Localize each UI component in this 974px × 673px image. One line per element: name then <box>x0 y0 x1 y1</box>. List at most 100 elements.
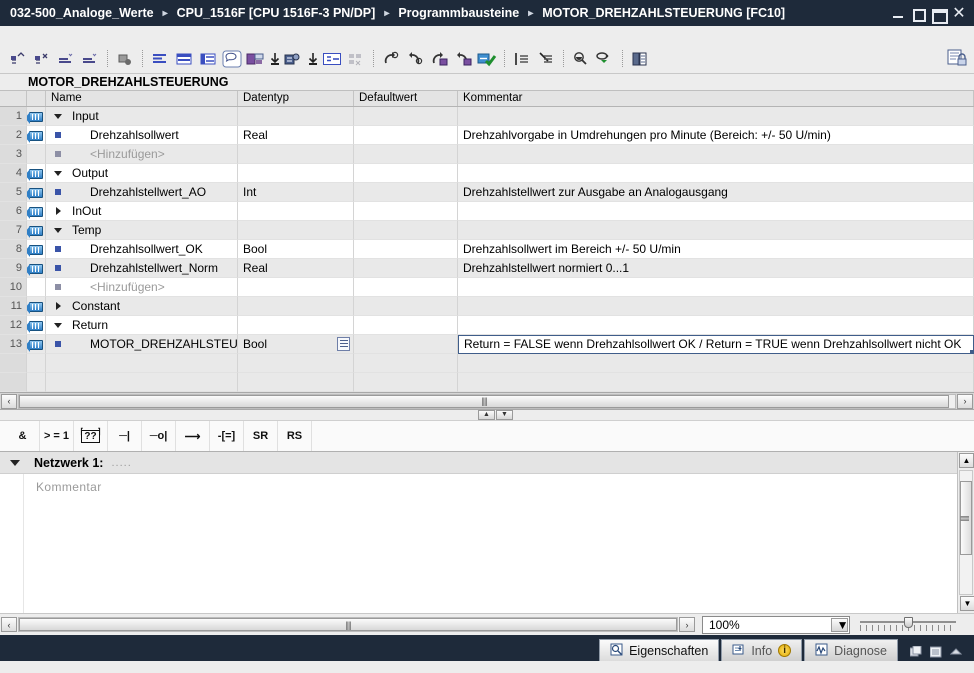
favorite-and-box[interactable]: & <box>6 421 40 451</box>
hscroll-thumb[interactable]: |||| <box>19 394 949 408</box>
cell-datatype[interactable] <box>238 145 354 164</box>
close-icon[interactable]: ✕ <box>952 5 966 21</box>
restore-icon[interactable] <box>912 7 926 22</box>
cell-datatype[interactable] <box>238 221 354 240</box>
cell-comment[interactable]: Drehzahlvorgabe in Umdrehungen pro Minut… <box>458 126 974 145</box>
monitor-off-icon[interactable] <box>404 48 426 70</box>
cell-defaultvalue[interactable] <box>354 297 458 316</box>
cell-defaultvalue[interactable] <box>354 145 458 164</box>
cell-datatype[interactable] <box>238 164 354 183</box>
table-row[interactable]: 4 Output <box>0 164 974 183</box>
cell-defaultvalue[interactable] <box>354 164 458 183</box>
cell-comment[interactable]: Drehzahlsollwert im Bereich +/- 50 U/min <box>458 240 974 259</box>
column-header-name[interactable]: Name <box>46 91 238 106</box>
cell-name[interactable]: <Hinzufügen> <box>46 278 238 297</box>
cell-comment[interactable] <box>458 164 974 183</box>
network-hscroll-thumb[interactable]: |||| <box>19 618 677 631</box>
cell-name[interactable]: Drehzahlsollwert <box>46 126 238 145</box>
zoom-combobox[interactable]: 100% ▼ <box>702 615 850 634</box>
cell-name[interactable]: Drehzahlsollwert_OK <box>46 240 238 259</box>
scroll-up-button[interactable]: ▲ <box>959 453 974 468</box>
scroll-right-button[interactable]: › <box>957 393 973 409</box>
scroll-left-button[interactable]: ‹ <box>1 393 17 409</box>
cell-datatype[interactable]: Bool <box>238 335 354 354</box>
cell-defaultvalue[interactable] <box>354 126 458 145</box>
cell-comment[interactable] <box>458 145 974 164</box>
call-structure-icon[interactable] <box>594 48 616 70</box>
breadcrumb-project[interactable]: 032-500_Analoge_Werte <box>8 6 156 20</box>
upload-from-device-icon[interactable] <box>283 48 305 70</box>
table-row[interactable]: 2 Drehzahlsollwert Real Drehzahlvorgabe in … <box>0 126 974 145</box>
network-vscrollbar[interactable]: ▲ |||| ▼ <box>957 452 974 613</box>
cell-defaultvalue[interactable] <box>354 278 458 297</box>
show-operand-info-icon[interactable] <box>197 48 219 70</box>
upload-arrow-icon[interactable] <box>307 48 319 70</box>
cell-defaultvalue[interactable] <box>354 107 458 126</box>
cell-defaultvalue[interactable] <box>354 316 458 335</box>
favorite-normally-closed-contact[interactable]: ─o| <box>142 421 176 451</box>
table-row[interactable]: 3 <Hinzufügen> <box>0 145 974 164</box>
insert-network-title-icon[interactable] <box>245 48 267 70</box>
go-online-icon[interactable] <box>476 48 498 70</box>
network-scroll-left-button[interactable]: ‹ <box>1 617 17 632</box>
cell-comment[interactable] <box>458 221 974 240</box>
disable-layout-icon[interactable] <box>345 48 367 70</box>
table-row[interactable]: 1 Input <box>0 107 974 126</box>
insert-branch-icon[interactable] <box>55 48 77 70</box>
cell-datatype[interactable] <box>238 316 354 335</box>
tab-eigenschaften[interactable]: Eigenschaften <box>599 639 720 661</box>
network-comment-input[interactable]: Kommentar <box>36 480 974 494</box>
column-header-defaultvalue[interactable]: Defaultwert <box>354 91 458 106</box>
datatype-picker-icon[interactable] <box>337 337 350 351</box>
cell-datatype[interactable] <box>238 297 354 316</box>
collapse-all-icon[interactable] <box>535 48 557 70</box>
chevron-down-icon[interactable] <box>54 323 62 328</box>
download-arrow-icon[interactable] <box>269 48 281 70</box>
cut-network-icon[interactable] <box>31 48 53 70</box>
favorite-assignment-box[interactable]: -[=] <box>210 421 244 451</box>
expand-pane-icon[interactable] <box>949 646 963 658</box>
breadcrumb-cpu[interactable]: CPU_1516F [CPU 1516F-3 PN/DP] <box>175 6 378 20</box>
cell-defaultvalue[interactable] <box>354 259 458 278</box>
favorite-reset-set-flipflop[interactable]: RS <box>278 421 312 451</box>
cell-datatype[interactable] <box>238 202 354 221</box>
vscroll-track[interactable]: |||| <box>959 470 973 595</box>
delete-branch-icon[interactable] <box>79 48 101 70</box>
favorites-icon[interactable] <box>321 48 343 70</box>
cell-defaultvalue[interactable] <box>354 183 458 202</box>
absolute-symbolic-icon[interactable] <box>114 48 136 70</box>
favorite-normally-open-contact[interactable]: ─| <box>108 421 142 451</box>
cell-name[interactable]: Return <box>46 316 238 335</box>
reset-value-icon[interactable] <box>452 48 474 70</box>
hscroll-track[interactable]: |||| <box>18 393 956 409</box>
cell-datatype[interactable]: Real <box>238 259 354 278</box>
cell-name[interactable]: Constant <box>46 297 238 316</box>
cell-defaultvalue[interactable] <box>354 240 458 259</box>
table-row[interactable]: 9 Drehzahlstellwert_Norm Real Drehzahlstell… <box>0 259 974 278</box>
cell-datatype[interactable]: Int <box>238 183 354 202</box>
collapse-network-icon[interactable] <box>10 459 20 466</box>
table-row[interactable]: 8 Drehzahlsollwert_OK Bool Drehzahlsollwert… <box>0 240 974 259</box>
table-row[interactable]: 5 Drehzahlstellwert_AO Int Drehzahlstellwer… <box>0 183 974 202</box>
table-row[interactable]: 10 <Hinzufügen> <box>0 278 974 297</box>
cell-name[interactable]: Drehzahlstellwert_AO <box>46 183 238 202</box>
column-header-comment[interactable]: Kommentar <box>458 91 974 106</box>
tab-info[interactable]: Info i <box>721 639 803 661</box>
interface-hscrollbar[interactable]: ‹ |||| › <box>0 392 974 410</box>
block-protection-icon[interactable] <box>946 48 968 71</box>
modify-value-icon[interactable] <box>428 48 450 70</box>
cell-comment-selected[interactable]: Return = FALSE wenn Drehzahlsollwert OK … <box>458 335 974 354</box>
favorite-coil[interactable]: ⟶ <box>176 421 210 451</box>
breadcrumb-block[interactable]: MOTOR_DREHZAHLSTEUERUNG [FC10] <box>540 6 787 20</box>
favorite-empty-box[interactable]: ⌈ ⌉?? <box>74 421 108 451</box>
network-scroll-right-button[interactable]: › <box>679 617 695 632</box>
cell-name[interactable]: Temp <box>46 221 238 240</box>
table-row[interactable]: 11 Constant <box>0 297 974 316</box>
cell-comment[interactable] <box>458 202 974 221</box>
tab-diagnose[interactable]: Diagnose <box>804 639 898 661</box>
favorite-set-reset-flipflop[interactable]: SR <box>244 421 278 451</box>
cell-comment[interactable] <box>458 316 974 335</box>
comments-icon[interactable] <box>221 48 243 70</box>
network-hscroll-track[interactable]: |||| <box>18 617 678 632</box>
cell-name[interactable]: Input <box>46 107 238 126</box>
